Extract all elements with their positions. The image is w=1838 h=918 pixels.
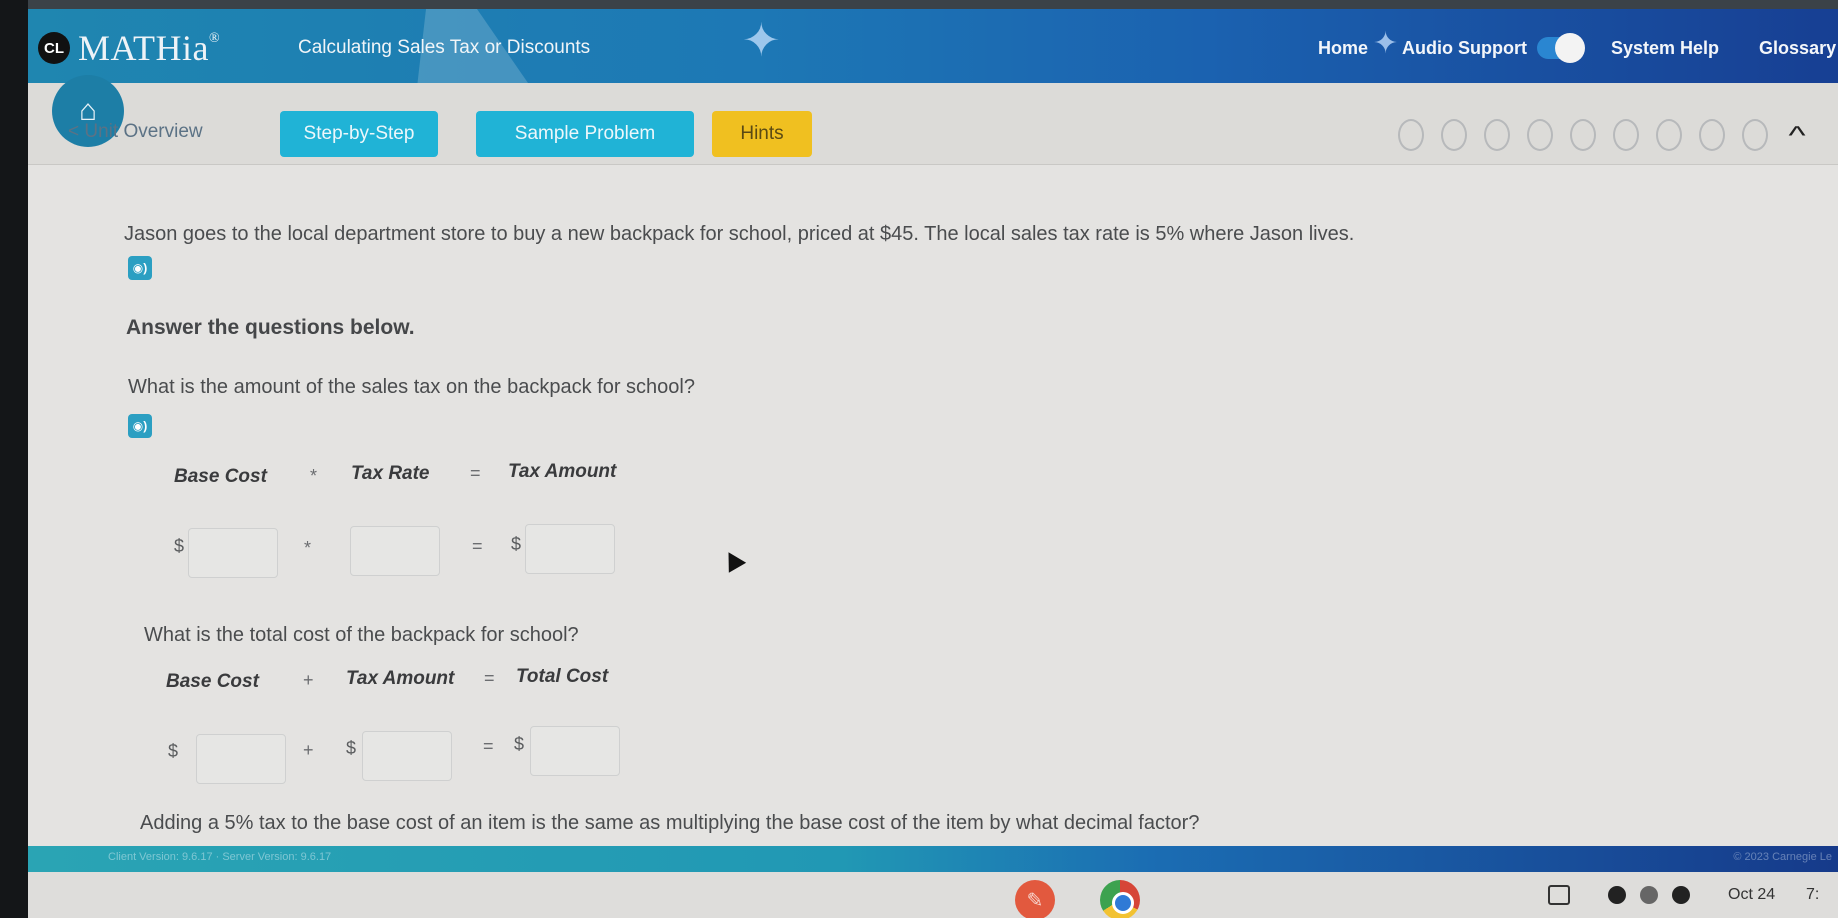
lesson-title: Calculating Sales Tax or Discounts [298, 37, 591, 58]
chevron-up-icon[interactable]: ^ [1789, 120, 1806, 151]
taskbar-time[interactable]: 7: [1806, 886, 1819, 904]
q1-label-base-cost: Base Cost [174, 466, 267, 487]
monitor-bezel-top [0, 0, 1838, 9]
progress-dot [1527, 119, 1553, 151]
q1-dollar-sign: $ [511, 534, 522, 554]
q1-multiply-operator: * [310, 466, 318, 486]
q2-label-total-cost: Total Cost [516, 666, 609, 687]
lesson-toolbar: ⌂ < Unit Overview Step-by-Step Sample Pr… [28, 75, 1838, 165]
system-help-link[interactable]: System Help [1611, 38, 1719, 59]
status-icon[interactable] [1608, 886, 1626, 904]
progress-dot [1484, 119, 1510, 151]
status-icon[interactable] [1640, 886, 1658, 904]
version-info: Client Version: 9.6.17 · Server Version:… [108, 851, 332, 863]
carnegie-learning-badge: CL [38, 32, 70, 64]
logo-text: MATHia [78, 28, 209, 68]
question-3: Adding a 5% tax to the base cost of an i… [140, 812, 1200, 834]
audio-speaker-icon[interactable]: ◉) [128, 414, 152, 438]
q1-dollar-sign: $ [174, 536, 185, 556]
progress-dot [1441, 119, 1467, 151]
q2-equals-operator: = [484, 668, 495, 688]
app-icon-kami[interactable]: ✎ [1015, 880, 1055, 918]
registered-mark: ® [209, 31, 221, 46]
progress-dot [1613, 119, 1639, 151]
copyright-text: © 2023 Carnegie Le [1733, 851, 1832, 863]
q1-label-tax-amount: Tax Amount [508, 461, 617, 482]
os-taskbar: ✎ Oct 24 7: [28, 872, 1838, 918]
app-footer: Client Version: 9.6.17 · Server Version:… [28, 846, 1838, 872]
mathia-logo: CL MATHia® [38, 27, 220, 69]
sparkle-icon: ✦ [742, 14, 781, 66]
progress-dot [1699, 119, 1725, 151]
system-tray [1548, 885, 1704, 905]
taskbar-date[interactable]: Oct 24 [1728, 886, 1775, 904]
q2-tax-amount-input[interactable] [362, 731, 452, 781]
q1-equals-operator: = [470, 463, 481, 483]
progress-dot [1742, 119, 1768, 151]
sample-problem-button[interactable]: Sample Problem [476, 111, 694, 157]
hints-button[interactable]: Hints [712, 111, 812, 157]
instructions-heading: Answer the questions below. [126, 316, 415, 339]
q1-label-tax-rate: Tax Rate [351, 463, 430, 484]
monitor-bezel-left [0, 0, 28, 918]
mouse-cursor [719, 547, 747, 573]
question-2: What is the total cost of the backpack f… [144, 624, 579, 646]
home-link[interactable]: Home [1318, 38, 1368, 59]
problem-content: Jason goes to the local department store… [28, 166, 1838, 846]
skill-progress: ^ [1398, 119, 1806, 151]
q2-equals-operator: = [483, 736, 494, 756]
progress-dot [1398, 119, 1424, 151]
q2-dollar-sign: $ [514, 734, 525, 754]
toggle-knob [1555, 33, 1585, 63]
q2-total-cost-input[interactable] [530, 726, 620, 776]
q1-base-cost-input[interactable] [188, 528, 278, 578]
progress-dot [1656, 119, 1682, 151]
q1-tax-rate-input[interactable] [350, 526, 440, 576]
audio-support-toggle[interactable] [1537, 33, 1585, 63]
audio-speaker-icon[interactable]: ◉) [128, 256, 152, 280]
question-1: What is the amount of the sales tax on t… [128, 376, 695, 398]
q2-dollar-sign: $ [346, 738, 357, 758]
q1-multiply-operator: * [304, 538, 312, 558]
q1-tax-amount-input[interactable] [525, 524, 615, 574]
q1-equals-operator: = [472, 536, 483, 556]
q2-dollar-sign: $ [168, 741, 179, 761]
info-icon[interactable] [1672, 886, 1690, 904]
screen: ✦ ✦ CL MATHia® Calculating Sales Tax or … [28, 9, 1838, 918]
audio-support-label: Audio Support [1402, 37, 1527, 58]
unit-overview-link[interactable]: < Unit Overview [68, 121, 203, 143]
problem-intro: Jason goes to the local department store… [124, 223, 1355, 245]
q2-plus-operator: + [303, 670, 314, 690]
q2-label-tax-amount: Tax Amount [346, 668, 455, 689]
screen-capture-icon[interactable] [1548, 885, 1570, 905]
q2-label-base-cost: Base Cost [166, 671, 259, 692]
glossary-link[interactable]: Glossary [1759, 38, 1836, 59]
app-header: ✦ ✦ CL MATHia® Calculating Sales Tax or … [28, 9, 1838, 83]
progress-dot [1570, 119, 1596, 151]
chrome-icon[interactable] [1100, 880, 1140, 918]
q2-plus-operator: + [303, 740, 314, 760]
q2-base-cost-input[interactable] [196, 734, 286, 784]
step-by-step-button[interactable]: Step-by-Step [280, 111, 438, 157]
header-nav: Home Audio Support System Help Glossary [1318, 33, 1836, 63]
